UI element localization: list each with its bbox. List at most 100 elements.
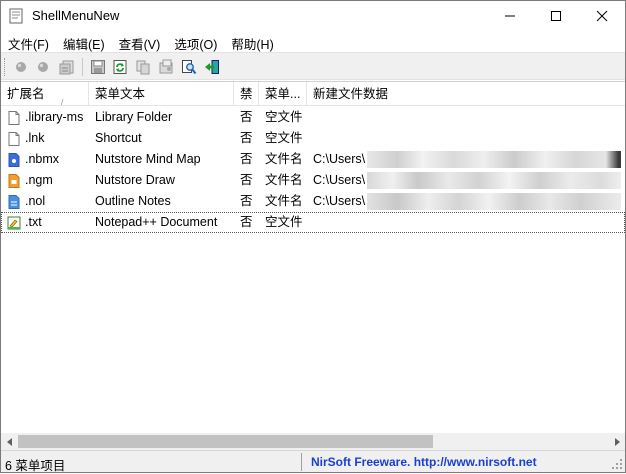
cell-disabled: 否: [240, 194, 253, 208]
enable-icon: [38, 62, 48, 72]
item-count: 6 菜单项目: [5, 459, 66, 473]
menu-view[interactable]: 查看(V): [112, 31, 168, 52]
scroll-left-button[interactable]: [1, 433, 18, 450]
table-row[interactable]: .nol Outline Notes 否 文件名 C:\Users\: [1, 191, 625, 212]
table-row[interactable]: .lnk Shortcut 否 空文件: [1, 128, 625, 149]
maximize-button[interactable]: [533, 1, 579, 31]
cell-menu-type: 文件名: [265, 173, 303, 187]
column-header-new-file-data[interactable]: 新建文件数据: [307, 82, 625, 106]
toolbar-grip[interactable]: [4, 58, 7, 76]
html-report-button[interactable]: [156, 57, 176, 77]
column-header-label: 禁: [240, 87, 253, 101]
window-title: ShellMenuNew: [32, 8, 120, 23]
enable-button[interactable]: [33, 57, 53, 77]
column-header-disabled[interactable]: 禁: [234, 82, 259, 106]
exit-button[interactable]: [202, 57, 222, 77]
cell-disabled: 否: [240, 152, 253, 166]
draw-file-icon: [6, 173, 22, 189]
status-divider: [301, 453, 302, 471]
cell-menu-text: Outline Notes: [95, 194, 171, 208]
chevron-left-icon: [6, 437, 12, 446]
column-header-extension[interactable]: 扩展名 /: [1, 82, 89, 106]
redacted-region: [367, 172, 621, 189]
cell-extension: .library-ms: [25, 110, 84, 124]
close-button[interactable]: [579, 1, 625, 31]
cell-disabled: 否: [240, 110, 253, 124]
menu-items-list[interactable]: 扩展名 / 菜单文本 禁 菜单... 新建文件数据 .library-ms Li…: [1, 81, 625, 433]
cell-extension: .lnk: [25, 131, 45, 145]
cell-menu-text: Nutstore Draw: [95, 173, 175, 187]
table-row[interactable]: .txt Notepad++ Document 否 空文件: [1, 212, 625, 233]
table-row[interactable]: .library-ms Library Folder 否 空文件: [1, 107, 625, 128]
resize-grip-icon[interactable]: [611, 458, 623, 470]
menu-file[interactable]: 文件(F): [1, 31, 56, 52]
properties-icon: [59, 60, 74, 75]
file-icon: [6, 131, 22, 147]
app-icon: [8, 8, 24, 24]
status-bar: 6 菜单项目 NirSoft Freeware. http://www.nirs…: [1, 450, 625, 473]
close-icon: [596, 10, 608, 22]
scroll-right-button[interactable]: [608, 433, 625, 450]
menu-edit[interactable]: 编辑(E): [56, 31, 112, 52]
redacted-region: [367, 193, 621, 210]
title-bar[interactable]: ShellMenuNew: [1, 1, 625, 31]
cell-menu-text: Notepad++ Document: [95, 215, 218, 229]
cell-menu-type: 文件名: [265, 152, 303, 166]
cell-extension: .nol: [25, 194, 46, 208]
cell-menu-type: 文件名: [265, 194, 303, 208]
save-button[interactable]: [88, 57, 108, 77]
mindmap-file-icon: [6, 152, 22, 168]
column-header-label: 菜单...: [265, 87, 301, 101]
chevron-right-icon: [614, 437, 620, 446]
html-report-icon: [159, 59, 173, 74]
table-row[interactable]: .nbmx Nutstore Mind Map 否 文件名 C:\Users\: [1, 149, 625, 170]
column-header-menu-type[interactable]: 菜单...: [259, 82, 307, 106]
cell-extension: .nbmx: [25, 152, 60, 166]
toolbar: [1, 52, 625, 80]
column-header-menu-text[interactable]: 菜单文本: [89, 82, 234, 106]
save-icon: [91, 60, 105, 74]
column-header-label: 菜单文本: [95, 87, 146, 101]
cell-menu-text: Library Folder: [95, 110, 173, 124]
nirsoft-link[interactable]: NirSoft Freeware. http://www.nirsoft.net: [311, 455, 537, 469]
find-button[interactable]: [179, 57, 199, 77]
cell-new-file-data: [313, 128, 373, 149]
cell-new-file-data: C:\Users\: [313, 152, 366, 166]
redacted-region: [367, 151, 621, 168]
cell-extension: .ngm: [25, 173, 53, 187]
outline-file-icon: [6, 194, 22, 210]
cell-menu-text: Shortcut: [95, 131, 142, 145]
copy-button[interactable]: [133, 57, 153, 77]
cell-new-file-data: [313, 107, 373, 128]
cell-menu-type: 空文件: [265, 110, 303, 124]
find-icon: [182, 60, 197, 75]
column-header-label: 扩展名: [7, 87, 45, 101]
cell-disabled: 否: [240, 131, 253, 145]
refresh-button[interactable]: [110, 57, 130, 77]
menu-help[interactable]: 帮助(H): [224, 31, 280, 52]
scrollbar-thumb[interactable]: [18, 435, 433, 448]
list-header: 扩展名 / 菜单文本 禁 菜单... 新建文件数据: [1, 82, 625, 106]
minimize-icon: [505, 15, 515, 17]
copy-icon: [136, 60, 150, 75]
maximize-icon: [551, 11, 561, 21]
cell-menu-type: 空文件: [265, 131, 303, 145]
toolbar-separator: [82, 58, 83, 76]
notepad-file-icon: [6, 215, 22, 231]
menu-bar: 文件(F) 编辑(E) 查看(V) 选项(O) 帮助(H): [1, 31, 625, 52]
sort-ascending-icon: /: [61, 98, 64, 106]
disable-icon: [16, 62, 26, 72]
horizontal-scrollbar[interactable]: [1, 433, 625, 450]
cell-disabled: 否: [240, 215, 253, 229]
cell-menu-text: Nutstore Mind Map: [95, 152, 201, 166]
minimize-button[interactable]: [487, 1, 533, 31]
menu-options[interactable]: 选项(O): [167, 31, 224, 52]
disable-button[interactable]: [11, 57, 31, 77]
cell-disabled: 否: [240, 173, 253, 187]
cell-new-file-data: C:\Users\: [313, 173, 366, 187]
file-icon: [6, 110, 22, 126]
cell-new-file-data: [313, 212, 373, 233]
table-row[interactable]: .ngm Nutstore Draw 否 文件名 C:\Users\: [1, 170, 625, 191]
properties-button[interactable]: [56, 57, 76, 77]
exit-icon: [205, 60, 219, 74]
